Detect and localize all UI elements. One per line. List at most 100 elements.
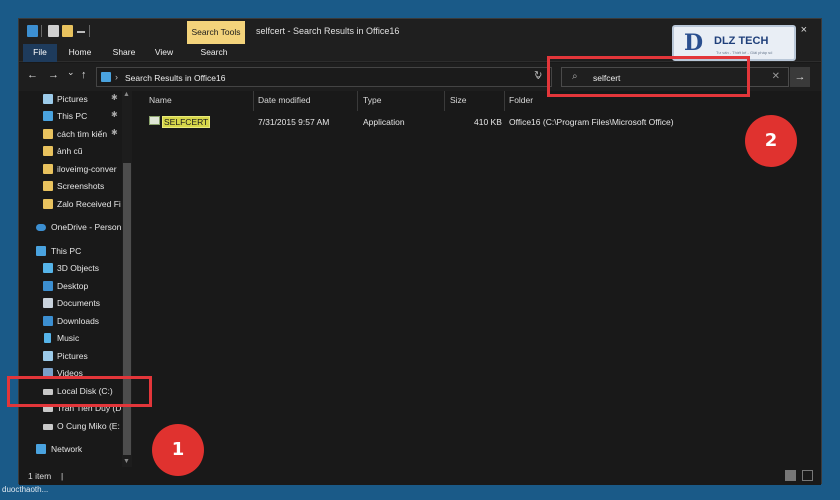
folder-icon	[43, 164, 53, 174]
column-divider[interactable]	[357, 91, 358, 111]
search-tools-context-tab[interactable]: Search Tools	[187, 21, 245, 44]
sidebar-item-label: Screenshots	[57, 181, 105, 191]
column-header-date[interactable]: Date modified	[258, 95, 310, 105]
sidebar-item-label: 3D Objects	[57, 263, 100, 273]
sidebar-item-label: Downloads	[57, 316, 100, 326]
address-bar[interactable]: › Search Results in Office16 ⌄	[96, 67, 552, 87]
scrollbar-thumb[interactable]	[123, 163, 131, 455]
file-list: Name Date modified Type Size Folder SELF…	[135, 91, 823, 467]
sidebar-item-downloads[interactable]: Downloads	[19, 313, 131, 330]
sidebar-item-label: Music	[57, 333, 80, 343]
sidebar-item-desktop[interactable]: Desktop	[19, 278, 131, 295]
sidebar-item-drive-e[interactable]: O Cung Miko (E:	[19, 418, 131, 435]
cube-icon	[43, 263, 53, 273]
pc-icon	[43, 111, 53, 121]
properties-icon[interactable]	[48, 25, 59, 37]
step-badge-1: 1	[152, 424, 204, 476]
address-path[interactable]: Search Results in Office16	[125, 73, 225, 83]
sidebar-scrollbar[interactable]: ▲ ▼	[122, 91, 132, 467]
column-divider[interactable]	[253, 91, 254, 111]
sidebar-item-label: O Cung Miko (E:	[57, 421, 120, 431]
sidebar-item-label: This PC	[51, 246, 82, 256]
column-divider[interactable]	[504, 91, 505, 111]
navigation-pane: Pictures ✱ This PC ✱ cách tìm kiến ✱ ảnh…	[19, 91, 131, 467]
close-icon[interactable]: ×	[801, 24, 807, 36]
sidebar-item-label: cách tìm kiến	[57, 129, 108, 139]
sidebar-item-pictures[interactable]: Pictures ✱	[19, 91, 131, 108]
sidebar-item-label: OneDrive - Person	[51, 222, 122, 232]
column-header-folder[interactable]: Folder	[509, 95, 533, 105]
sidebar-item-zalo-received[interactable]: Zalo Received Fi	[19, 196, 131, 213]
refresh-icon[interactable]: ↻	[534, 70, 542, 81]
logo-tagline: Tư vấn - Thiết kế - Giải pháp số	[716, 50, 773, 55]
search-go-button[interactable]: →	[790, 67, 810, 87]
pin-icon: ✱	[111, 128, 118, 137]
sidebar-item-3d-objects[interactable]: 3D Objects	[19, 260, 131, 277]
sidebar-item-label: Pictures	[57, 94, 88, 104]
window-title: selfcert - Search Results in Office16	[256, 26, 400, 36]
divider	[41, 25, 42, 37]
column-divider[interactable]	[444, 91, 445, 111]
tab-view[interactable]: View	[147, 44, 181, 62]
folder-icon	[43, 129, 53, 139]
sidebar-item-onedrive[interactable]: OneDrive - Person	[19, 219, 131, 236]
pin-icon: ✱	[111, 110, 118, 119]
breadcrumb-separator: ›	[115, 72, 118, 82]
local-disk-highlight	[7, 376, 152, 407]
scroll-up-icon[interactable]: ▲	[123, 91, 130, 98]
folder-icon	[43, 181, 53, 191]
status-caret: |	[61, 471, 64, 481]
customize-qat-icon[interactable]	[77, 25, 85, 33]
sidebar-item-this-pc[interactable]: This PC	[19, 243, 131, 260]
item-count: 1 item	[28, 471, 52, 481]
file-name[interactable]: SELFCERT	[161, 116, 211, 128]
sidebar-item-label: Network	[51, 444, 83, 454]
sidebar-item-screenshots[interactable]: Screenshots	[19, 178, 131, 195]
sidebar-item-label: ảnh cũ	[57, 146, 83, 156]
sidebar-item-cach-tim-kien[interactable]: cách tìm kiến ✱	[19, 126, 131, 143]
sidebar-item-anh-cu[interactable]: ảnh cũ	[19, 143, 131, 160]
downloads-icon	[43, 316, 53, 326]
search-highlight: SELFCERT	[161, 116, 211, 128]
tab-share[interactable]: Share	[107, 44, 141, 62]
column-header-type[interactable]: Type	[363, 95, 381, 105]
column-header-size[interactable]: Size	[450, 95, 467, 105]
sidebar-item-documents[interactable]: Documents	[19, 295, 131, 312]
tab-search[interactable]: Search	[193, 44, 235, 62]
up-icon[interactable]: ↑	[81, 69, 87, 81]
tab-file[interactable]: File	[23, 44, 57, 62]
documents-icon	[43, 298, 53, 308]
divider	[89, 25, 90, 37]
pictures-icon	[43, 94, 53, 104]
scroll-down-icon[interactable]: ▼	[123, 458, 130, 465]
sidebar-item-pictures-pc[interactable]: Pictures	[19, 348, 131, 365]
sidebar-item-iloveimg[interactable]: iloveimg-conver	[19, 161, 131, 178]
pc-icon	[36, 246, 46, 256]
application-icon	[149, 116, 160, 125]
folder-icon	[43, 199, 53, 209]
network-icon	[36, 444, 46, 454]
sidebar-item-label: This PC	[57, 111, 88, 121]
source-caption: duocthaoth...	[2, 485, 49, 494]
status-bar: 1 item |	[19, 467, 821, 485]
large-icons-view-icon[interactable]	[802, 470, 813, 481]
new-folder-icon[interactable]	[62, 25, 73, 37]
tab-home[interactable]: Home	[63, 44, 97, 62]
sidebar-item-music[interactable]: Music	[19, 330, 131, 347]
recent-locations-icon[interactable]: ⌄	[67, 67, 75, 78]
file-size: 410 KB	[474, 117, 502, 127]
sidebar-item-network[interactable]: Network	[19, 441, 131, 458]
pictures-icon	[43, 351, 53, 361]
sidebar-item-label: Zalo Received Fi	[57, 199, 121, 209]
back-icon[interactable]: ←	[27, 69, 38, 81]
app-icon	[27, 25, 38, 37]
folder-icon	[101, 72, 111, 82]
clear-search-icon[interactable]: ✕	[772, 71, 780, 82]
forward-icon[interactable]: →	[48, 69, 59, 81]
drive-icon	[43, 424, 53, 430]
details-view-icon[interactable]	[785, 470, 796, 481]
sidebar-item-this-pc-pinned[interactable]: This PC ✱	[19, 108, 131, 125]
sidebar-item-label: Desktop	[57, 281, 89, 291]
sidebar-item-label: iloveimg-conver	[57, 164, 117, 174]
column-header-name[interactable]: Name	[149, 95, 172, 105]
